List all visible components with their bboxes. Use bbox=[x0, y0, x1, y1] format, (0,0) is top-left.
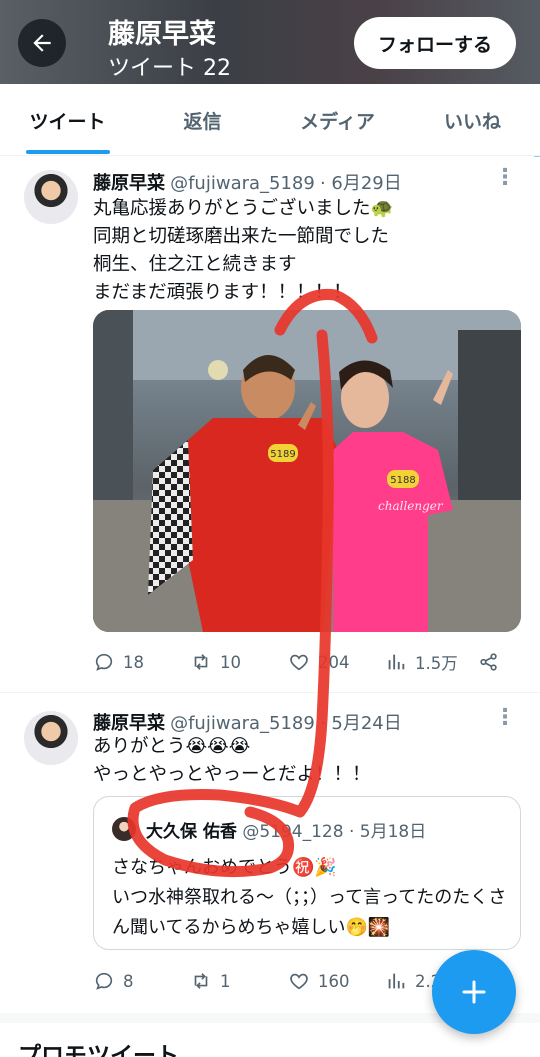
profile-header: 藤原早菜 ツイート 22 フォローする bbox=[0, 0, 540, 84]
retweet-button[interactable]: 1 bbox=[190, 966, 231, 996]
retweet-button[interactable]: 10 bbox=[190, 647, 241, 677]
analytics-icon bbox=[388, 973, 405, 989]
share-button[interactable] bbox=[478, 647, 500, 677]
tweet-header: 藤原早菜 @fujiwara_5189 · 5月24日 bbox=[93, 709, 402, 735]
more-options-icon[interactable]: ⋮ bbox=[494, 165, 516, 190]
tab-media[interactable]: メディア bbox=[270, 84, 405, 156]
profile-name: 藤原早菜 bbox=[108, 19, 216, 50]
share-icon bbox=[480, 653, 497, 671]
retweet-icon bbox=[194, 973, 208, 989]
back-button[interactable] bbox=[18, 19, 66, 67]
quoted-date: · 5月18日 bbox=[348, 822, 427, 842]
reply-icon bbox=[95, 653, 113, 671]
tweet-photo[interactable]: 5189 5188 challenger bbox=[93, 310, 521, 632]
quoted-author-handle: @5194_128 bbox=[242, 822, 344, 842]
tab-likes[interactable]: いいね bbox=[405, 84, 540, 156]
author-name[interactable]: 藤原早菜 bbox=[93, 713, 165, 734]
quoted-author-name: 大久保 佑香 bbox=[146, 822, 237, 842]
like-count: 160 bbox=[318, 971, 350, 991]
arrow-left-icon bbox=[33, 34, 51, 52]
heart-icon bbox=[290, 654, 308, 671]
bib-number-right: 5188 bbox=[390, 475, 415, 486]
more-options-icon[interactable]: ⋮ bbox=[494, 705, 516, 730]
retweet-count: 1 bbox=[220, 971, 231, 991]
views-button[interactable]: 1.5万 bbox=[385, 647, 458, 677]
reply-count: 18 bbox=[123, 652, 144, 672]
tweet-header: 藤原早菜 @fujiwara_5189 · 6月29日 bbox=[93, 169, 402, 195]
reply-button[interactable]: 8 bbox=[93, 966, 134, 996]
photo-illustration: 5189 5188 challenger bbox=[93, 310, 521, 632]
shirt-text: challenger bbox=[378, 499, 444, 513]
tweet-actions: 18 10 204 1.5万 bbox=[93, 647, 513, 677]
heart-icon bbox=[290, 973, 308, 990]
reply-icon bbox=[95, 972, 113, 990]
tweet-date[interactable]: · 6月29日 bbox=[320, 173, 402, 194]
like-button[interactable]: 204 bbox=[288, 647, 350, 677]
avatar[interactable] bbox=[24, 170, 78, 224]
tweet-count: ツイート 22 bbox=[108, 56, 231, 81]
reply-count: 8 bbox=[123, 971, 134, 991]
view-count: 1.5万 bbox=[415, 654, 458, 673]
active-tab-indicator bbox=[26, 150, 110, 154]
bib-number-left: 5189 bbox=[270, 449, 295, 460]
quoted-text: さなちゃんおめでとう㊗️🎉 いつ水神祭取れる〜（；；）って言ってたのたくさん聞い… bbox=[112, 857, 507, 938]
compose-tweet-button[interactable] bbox=[432, 950, 516, 1034]
author-handle[interactable]: @fujiwara_5189 bbox=[170, 173, 315, 194]
plus-icon bbox=[462, 980, 486, 1004]
reply-button[interactable]: 18 bbox=[93, 647, 144, 677]
retweet-icon bbox=[194, 654, 208, 670]
quoted-avatar bbox=[112, 817, 136, 841]
author-handle[interactable]: @fujiwara_5189 bbox=[170, 713, 315, 734]
profile-tabs: ツイート 返信 メディア いいね bbox=[0, 84, 540, 156]
tab-replies[interactable]: 返信 bbox=[135, 84, 270, 156]
tweet-date[interactable]: · 5月24日 bbox=[320, 713, 402, 734]
author-name[interactable]: 藤原早菜 bbox=[93, 173, 165, 194]
avatar[interactable] bbox=[24, 711, 78, 765]
quoted-header: 大久保 佑香 @5194_128 · 5月18日 bbox=[146, 817, 426, 842]
tweet-text: ありがとう😭😭😭 やっとやっとやっーとだよ！！！ bbox=[93, 736, 371, 785]
promoted-tweets-heading: プロモツイート bbox=[18, 1043, 179, 1057]
like-count: 204 bbox=[318, 652, 350, 672]
follow-button[interactable]: フォローする bbox=[354, 17, 516, 69]
tab-tweets[interactable]: ツイート bbox=[0, 84, 135, 156]
analytics-icon bbox=[388, 654, 405, 670]
retweet-count: 10 bbox=[220, 652, 241, 672]
tweet-text: 丸亀応援ありがとうございました🐢 同期と切磋琢磨出来た一節間でした 桐生、住之江… bbox=[93, 198, 394, 303]
like-button[interactable]: 160 bbox=[288, 966, 350, 996]
quoted-tweet[interactable]: 大久保 佑香 @5194_128 · 5月18日 さなちゃんおめでとう㊗️🎉 い… bbox=[93, 796, 521, 950]
